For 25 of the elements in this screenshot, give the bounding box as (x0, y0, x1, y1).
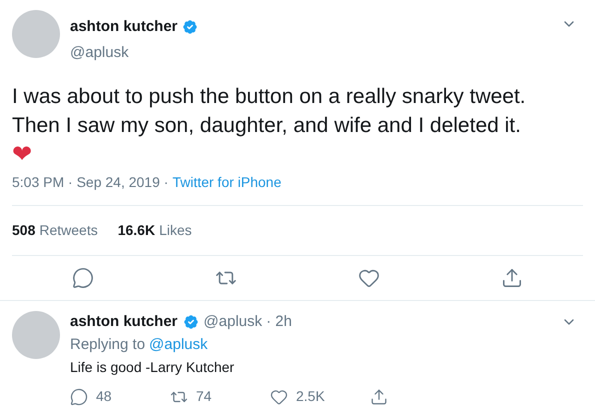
action-count: 2.5K (296, 387, 325, 406)
author-name[interactable]: ashton kutcher (70, 16, 178, 38)
speech-bubble-icon[interactable] (70, 388, 88, 406)
heart-emoji: ❤ (12, 140, 34, 168)
stat-count: 508 (12, 221, 36, 240)
stat-label[interactable]: Likes (159, 220, 192, 241)
heart-icon[interactable] (270, 388, 288, 406)
replying-to-label: Replying to (70, 334, 146, 354)
share-icon[interactable] (370, 388, 388, 406)
source-link[interactable]: Twitter for iPhone (172, 172, 282, 193)
action-count: 74 (196, 387, 212, 406)
tweet-text: I was about to push the button on a really snarky tweet. Then I saw my son, daughter, and wife and I deleted it. (12, 84, 527, 139)
share-icon[interactable] (500, 267, 523, 289)
speech-bubble-icon[interactable] (72, 267, 94, 289)
stat-count: 16.6K (118, 221, 156, 240)
heart-icon[interactable] (358, 267, 380, 289)
mention-link[interactable]: @aplusk (149, 334, 208, 356)
reply-time: · 2h (266, 312, 292, 332)
author-handle[interactable]: @aplusk (70, 42, 561, 64)
author-name[interactable]: ashton kutcher (70, 311, 178, 334)
reply-text: Life is good -Larry Kutcher (70, 358, 236, 377)
action-count: 48 (96, 387, 112, 406)
timestamp[interactable]: 5:03 PM · Sep 24, 2019 · (12, 172, 168, 193)
author-handle[interactable]: @aplusk (204, 311, 262, 334)
stat-label[interactable]: Retweets (39, 220, 98, 241)
